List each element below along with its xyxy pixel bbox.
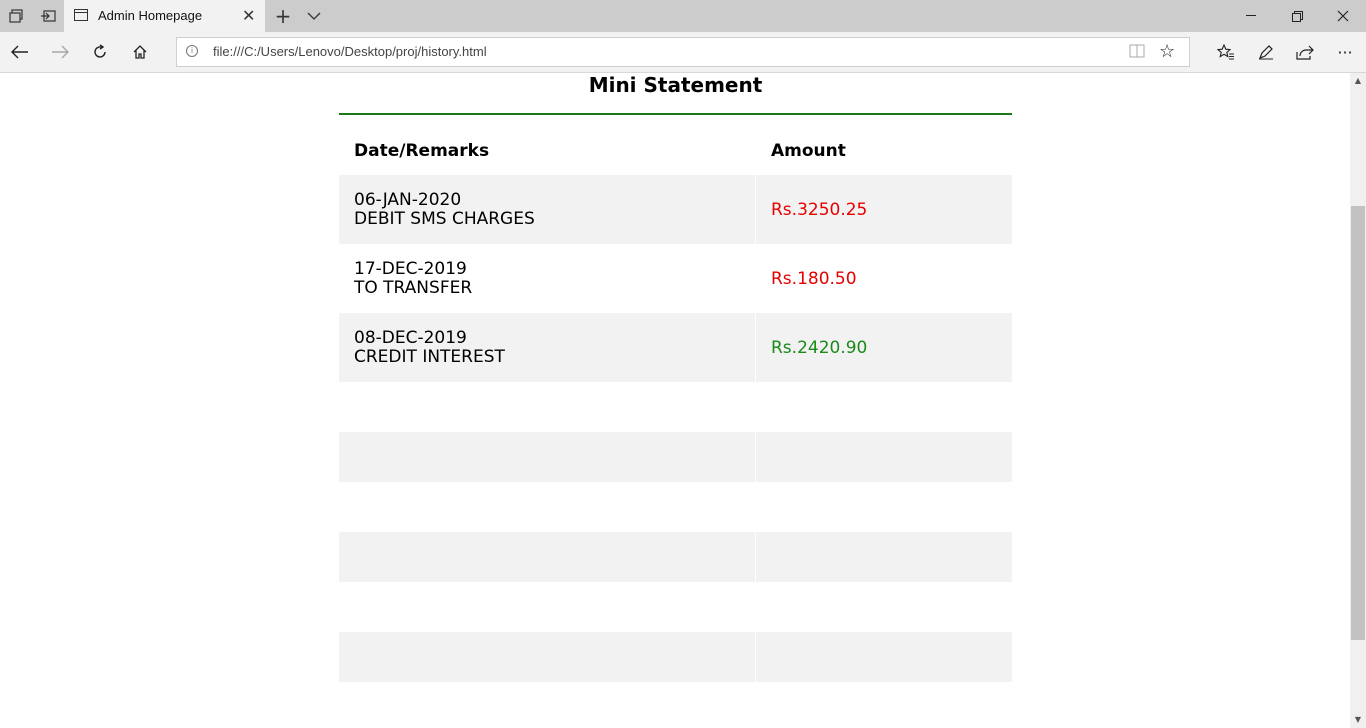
empty-cell <box>339 632 756 682</box>
scroll-down-arrow-icon[interactable]: ▼ <box>1350 712 1366 728</box>
new-tab-icon[interactable]: + <box>267 0 299 32</box>
url-text[interactable]: file:///C:/Users/Lenovo/Desktop/proj/his… <box>213 44 487 59</box>
header-date-remarks: Date/Remarks <box>354 141 490 161</box>
empty-row <box>339 582 1012 632</box>
page-content: Mini Statement Date/Remarks Amount 06-JA… <box>0 73 1350 728</box>
favorite-star-icon[interactable]: ☆ <box>1159 41 1175 62</box>
share-icon[interactable] <box>1289 36 1321 68</box>
empty-cell <box>756 482 1012 532</box>
table-row: 17-DEC-2019 TO TRANSFER Rs.180.50 <box>339 244 1012 313</box>
set-aside-tabs-icon[interactable] <box>32 0 64 32</box>
browser-tab-bar: Admin Homepage ✕ + <box>0 0 1366 33</box>
info-icon[interactable]: i <box>186 45 198 57</box>
empty-row <box>339 632 1012 682</box>
empty-row <box>339 432 1012 482</box>
table-row: 06-JAN-2020 DEBIT SMS CHARGES Rs.3250.25 <box>339 175 1012 244</box>
transaction-date: 08-DEC-2019 <box>354 327 467 348</box>
empty-cell <box>756 532 1012 582</box>
statement-table: Date/Remarks Amount 06-JAN-2020 DEBIT SM… <box>339 127 1012 682</box>
tab-list-icon[interactable] <box>0 0 32 32</box>
date-remarks-cell: 17-DEC-2019 TO TRANSFER <box>339 244 756 313</box>
empty-cell <box>339 432 756 482</box>
empty-cell <box>756 432 1012 482</box>
empty-row <box>339 482 1012 532</box>
refresh-icon[interactable] <box>84 36 116 68</box>
more-options-icon[interactable]: ··· <box>1329 36 1361 68</box>
close-window-icon[interactable] <box>1320 0 1366 32</box>
amount-cell: Rs.3250.25 <box>756 175 1012 244</box>
tab-preview-chevron-icon[interactable] <box>298 0 330 32</box>
back-arrow-icon[interactable] <box>4 36 36 68</box>
tab-title: Admin Homepage <box>98 8 203 23</box>
forward-arrow-icon[interactable] <box>44 36 76 68</box>
empty-cell <box>756 582 1012 632</box>
scrollbar-thumb[interactable] <box>1351 206 1365 640</box>
empty-cell <box>339 382 756 432</box>
date-remarks-cell: 08-DEC-2019 CREDIT INTEREST <box>339 313 756 382</box>
date-remarks-cell: 06-JAN-2020 DEBIT SMS CHARGES <box>339 175 756 244</box>
transaction-remark: CREDIT INTEREST <box>354 346 505 367</box>
empty-cell <box>339 532 756 582</box>
restore-icon[interactable] <box>1274 0 1320 32</box>
empty-cell <box>339 482 756 532</box>
pen-icon[interactable] <box>1250 36 1282 68</box>
scroll-up-arrow-icon[interactable]: ▲ <box>1350 73 1366 89</box>
browser-toolbar: i file:///C:/Users/Lenovo/Desktop/proj/h… <box>0 32 1366 73</box>
page-title: Mini Statement <box>588 73 763 97</box>
empty-cell <box>756 382 1012 432</box>
empty-row <box>339 382 1012 432</box>
minimize-icon[interactable] <box>1228 0 1274 32</box>
favorites-icon[interactable] <box>1210 36 1242 68</box>
amount-cell: Rs.2420.90 <box>756 313 1012 382</box>
transaction-date: 06-JAN-2020 <box>354 189 462 210</box>
table-header-row: Date/Remarks Amount <box>339 127 1012 175</box>
close-tab-icon[interactable]: ✕ <box>242 6 255 25</box>
transaction-remark: DEBIT SMS CHARGES <box>354 208 535 229</box>
address-bar[interactable]: i file:///C:/Users/Lenovo/Desktop/proj/h… <box>176 37 1190 67</box>
empty-cell <box>339 582 756 632</box>
transaction-remark: TO TRANSFER <box>354 277 473 298</box>
page-icon <box>74 9 88 21</box>
table-row: 08-DEC-2019 CREDIT INTEREST Rs.2420.90 <box>339 313 1012 382</box>
transaction-date: 17-DEC-2019 <box>354 258 467 279</box>
home-icon[interactable] <box>124 36 156 68</box>
empty-row <box>339 532 1012 582</box>
active-tab[interactable]: Admin Homepage ✕ <box>64 0 265 33</box>
title-divider <box>339 113 1012 115</box>
empty-cell <box>756 632 1012 682</box>
header-amount: Amount <box>771 141 846 161</box>
vertical-scrollbar[interactable]: ▲ ▼ <box>1350 73 1366 728</box>
reading-view-icon[interactable] <box>1129 44 1145 60</box>
amount-cell: Rs.180.50 <box>771 268 857 289</box>
